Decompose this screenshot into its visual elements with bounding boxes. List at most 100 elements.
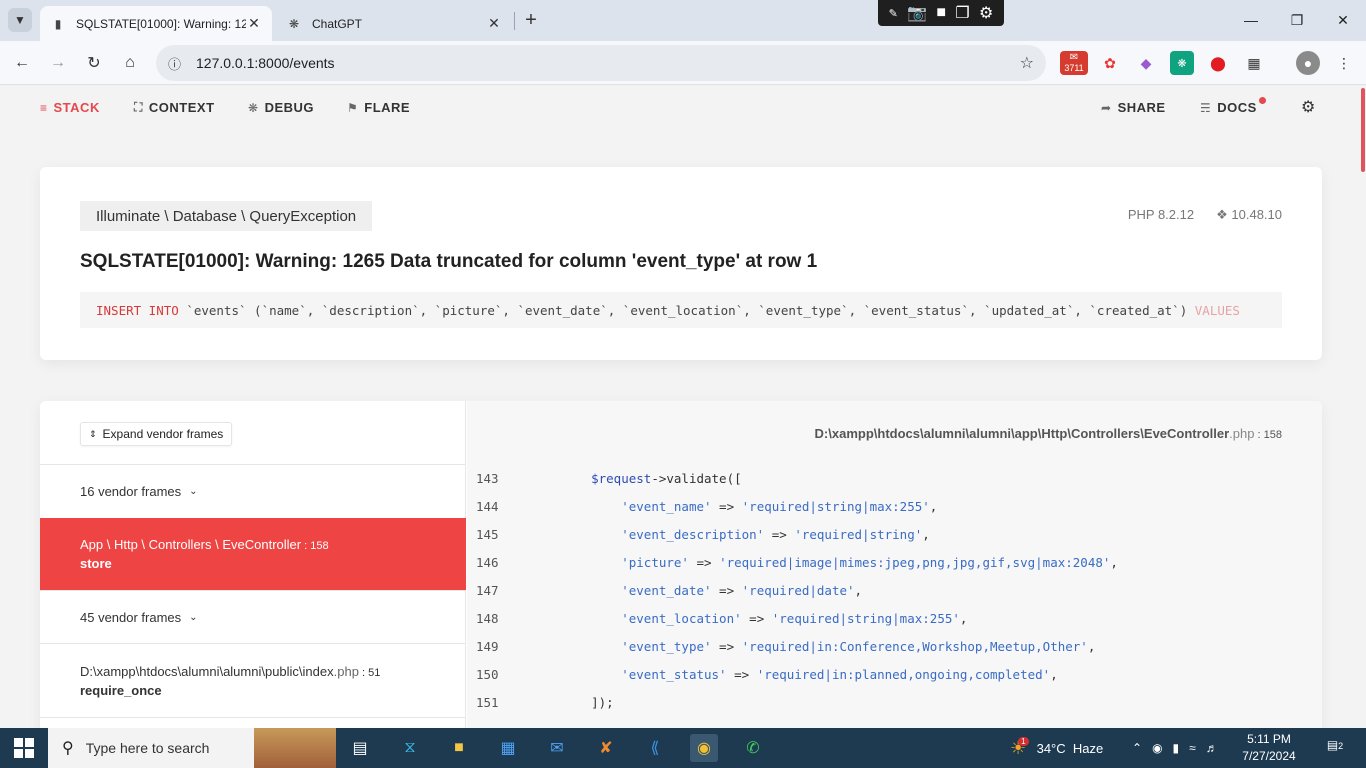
task-view-icon[interactable]: ▤ bbox=[346, 734, 374, 762]
docs-button[interactable]: ☴ DOCS bbox=[1200, 100, 1257, 115]
code-token: 'event_location' bbox=[621, 610, 742, 626]
page-scrollbar[interactable] bbox=[1360, 86, 1366, 728]
share-button[interactable]: ➦ SHARE bbox=[1101, 100, 1166, 115]
nav-debug[interactable]: ❋ DEBUG bbox=[248, 100, 314, 115]
site-info-icon[interactable]: ⓘ bbox=[168, 54, 188, 73]
chevron-up-icon[interactable]: ⌃ bbox=[1132, 741, 1142, 755]
chrome-icon[interactable]: ◉ bbox=[690, 734, 718, 762]
minimize-icon[interactable]: — bbox=[1228, 0, 1274, 40]
vscode-icon[interactable]: ⟪ bbox=[641, 734, 669, 762]
screen-capture-toolbar: ✎ 📷 ■ ❐ ⚙ bbox=[878, 0, 1004, 26]
nav-stack-label: STACK bbox=[53, 100, 100, 115]
tab-error-page[interactable]: ▮ SQLSTATE[01000]: Warning: 126 ✕ bbox=[40, 6, 272, 41]
docs-notification-dot bbox=[1259, 97, 1266, 104]
code-line: 149 'event_type' => 'required|in:Confere… bbox=[467, 632, 1322, 660]
share-icon: ➦ bbox=[1101, 100, 1112, 115]
frame-index[interactable]: D:\xampp\htdocs\alumni\alumni\public\ind… bbox=[40, 643, 466, 717]
pin-icon[interactable]: ✎ bbox=[889, 7, 898, 20]
wifi-icon[interactable]: ≈ bbox=[1189, 741, 1196, 755]
code-token: , bbox=[854, 582, 863, 598]
code-line: 150 'event_status' => 'required|in:plann… bbox=[467, 660, 1322, 688]
gmail-extension-icon[interactable]: ✉ 3711 bbox=[1060, 51, 1088, 75]
color-picker-extension-icon[interactable]: ✿ bbox=[1098, 51, 1122, 75]
code-token: , bbox=[1050, 666, 1058, 682]
stack-trace-card: ⇕ Expand vendor frames 16 vendor frames … bbox=[40, 401, 1322, 728]
close-tab-icon[interactable]: ✕ bbox=[486, 15, 502, 32]
nav-stack[interactable]: ≡ STACK bbox=[40, 100, 100, 115]
code-line: 145 'event_description' => 'required|str… bbox=[467, 520, 1322, 548]
scrollbar-thumb[interactable] bbox=[1361, 88, 1365, 172]
code-token: $request bbox=[591, 470, 652, 486]
nav-context[interactable]: ⛶ CONTEXT bbox=[134, 100, 215, 115]
code-token: => bbox=[741, 610, 772, 626]
exception-class: Illuminate \ Database \ QueryException bbox=[80, 201, 373, 231]
home-icon[interactable]: ⌂ bbox=[116, 49, 144, 77]
file-explorer-icon[interactable]: ■ bbox=[445, 734, 473, 762]
profile-avatar[interactable]: ● bbox=[1296, 51, 1320, 75]
meet-now-icon[interactable]: ◉ bbox=[1152, 741, 1162, 755]
battery-icon[interactable]: ▮ bbox=[1173, 741, 1180, 755]
xampp-icon[interactable]: ✘ bbox=[592, 734, 620, 762]
edge-browser-icon[interactable]: ⧖ bbox=[396, 734, 424, 762]
reload-icon[interactable]: ↻ bbox=[80, 49, 108, 77]
php-version: PHP 8.2.12 bbox=[1127, 207, 1195, 222]
tab-chatgpt[interactable]: ❋ ChatGPT ✕ bbox=[276, 6, 512, 41]
restore-icon[interactable]: ❐ bbox=[1274, 0, 1320, 40]
window-icon[interactable]: ❐ bbox=[955, 3, 969, 23]
file-path-main: D:\xampp\htdocs\alumni\alumni\app\Http\C… bbox=[814, 426, 1230, 441]
video-icon[interactable]: ■ bbox=[936, 4, 946, 22]
browser-menu-icon[interactable]: ⋮ bbox=[1332, 51, 1356, 75]
code-line: 146 'picture' => 'required|image|mimes:j… bbox=[467, 548, 1322, 576]
code-line: 144 'event_name' => 'required|string|max… bbox=[467, 492, 1322, 520]
ignition-nav: ≡ STACK ⛶ CONTEXT ❋ DEBUG ⚑ FLARE ➦ SHAR… bbox=[0, 86, 1356, 128]
settings-gear-icon[interactable]: ⚙ bbox=[1301, 97, 1316, 117]
taskbar-search-box[interactable]: ⚲ Type here to search bbox=[48, 728, 336, 768]
forward-icon[interactable]: → bbox=[44, 49, 72, 77]
back-icon[interactable]: ← bbox=[8, 49, 36, 77]
code-token: 'required|string' bbox=[794, 526, 923, 542]
code-snippet-pane: D:\xampp\htdocs\alumni\alumni\app\Http\C… bbox=[467, 401, 1322, 728]
vendor-frames-group[interactable]: 45 vendor frames ⌄ bbox=[40, 590, 466, 643]
expand-vendor-frames-button[interactable]: ⇕ Expand vendor frames bbox=[80, 422, 233, 446]
file-path[interactable]: D:\xampp\htdocs\alumni\alumni\app\Http\C… bbox=[815, 426, 1282, 441]
windows-start-icon[interactable] bbox=[14, 738, 34, 758]
extensions-puzzle-icon[interactable]: ▦ bbox=[1242, 51, 1266, 75]
microsoft-store-icon[interactable]: ▦ bbox=[494, 734, 522, 762]
frame-selected[interactable]: App \ Http \ Controllers \ EveController… bbox=[40, 518, 466, 590]
taskbar-clock[interactable]: 5:11 PM 7/27/2024 bbox=[1230, 731, 1308, 765]
settings-gear-icon[interactable]: ⚙ bbox=[979, 3, 993, 23]
chatgpt-extension-icon[interactable]: ❋ bbox=[1170, 51, 1194, 75]
search-icon: ⚲ bbox=[62, 740, 74, 757]
weather-widget[interactable]: ☀ 1 34°C Haze bbox=[1010, 728, 1103, 768]
vendor-frames-group[interactable]: 16 vendor frames ⌄ bbox=[40, 464, 466, 518]
nav-debug-label: DEBUG bbox=[264, 100, 315, 115]
new-tab-icon[interactable]: + bbox=[520, 9, 542, 31]
close-tab-icon[interactable]: ✕ bbox=[246, 15, 262, 32]
address-bar[interactable]: ⓘ 127.0.0.1:8000/events ☆ bbox=[156, 45, 1046, 81]
volume-icon[interactable]: ♬ bbox=[1206, 741, 1218, 755]
clock-date: 7/27/2024 bbox=[1242, 749, 1296, 763]
code-source: $request->validate([ bbox=[561, 471, 742, 486]
opera-extension-icon[interactable]: ⬤ bbox=[1206, 51, 1230, 75]
vendor-frames-label: 45 vendor frames bbox=[80, 609, 182, 625]
url-text[interactable]: 127.0.0.1:8000/events bbox=[196, 55, 1020, 71]
tab-search-chevron-icon[interactable]: ▼ bbox=[8, 8, 32, 32]
mail-icon[interactable]: ✉ bbox=[543, 734, 571, 762]
shape-extension-icon[interactable]: ◆ bbox=[1134, 51, 1158, 75]
notification-center-icon[interactable]: ▤2 bbox=[1324, 738, 1346, 758]
camera-icon[interactable]: 📷 bbox=[907, 3, 927, 23]
search-highlight-art bbox=[254, 728, 336, 768]
chevron-down-icon: ⌄ bbox=[189, 486, 198, 497]
file-path-ext: .php bbox=[1229, 426, 1255, 441]
close-window-icon[interactable]: ✕ bbox=[1320, 0, 1366, 40]
code-lines: 143 $request->validate([144 'event_name'… bbox=[467, 464, 1322, 716]
code-token: 'event_type' bbox=[621, 638, 712, 654]
nav-flare[interactable]: ⚑ FLARE bbox=[347, 100, 410, 115]
whatsapp-icon[interactable]: ✆ bbox=[739, 734, 767, 762]
line-number: 148 bbox=[476, 610, 499, 626]
bookmark-star-icon[interactable]: ☆ bbox=[1020, 53, 1034, 73]
line-number: 145 bbox=[476, 526, 499, 542]
